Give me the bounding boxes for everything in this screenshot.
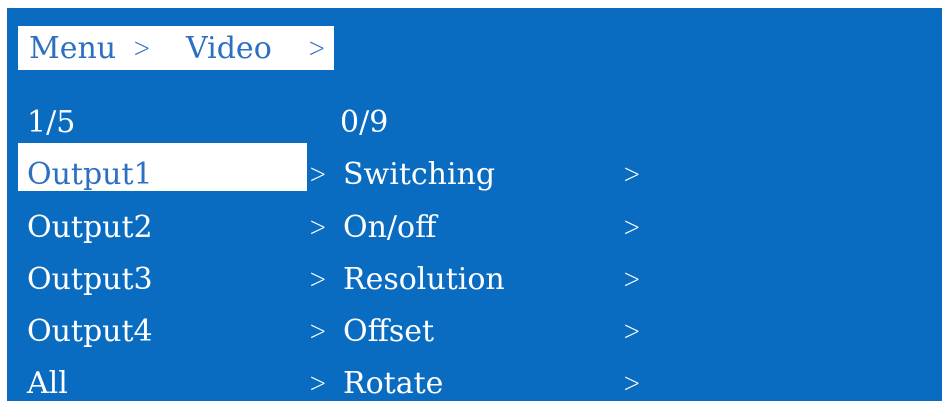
list-item-switching[interactable]: Switching (343, 160, 495, 190)
list-item-resolution[interactable]: Resolution (343, 265, 505, 295)
chevron-right-icon: > (623, 366, 641, 399)
chevron-right-icon: > (623, 262, 641, 295)
breadcrumb: Menu > Video > (18, 26, 334, 70)
breadcrumb-separator-icon: > (308, 31, 326, 64)
list-item-output2[interactable]: Output2 (27, 213, 153, 243)
breadcrumb-separator-icon: > (133, 31, 151, 64)
chevron-right-icon: > (623, 314, 641, 347)
list-item-offset[interactable]: Offset (343, 317, 434, 347)
chevron-right-icon: > (623, 210, 641, 243)
chevron-right-icon: > (623, 157, 641, 190)
left-list-counter: 1/5 (27, 105, 76, 140)
chevron-right-icon: > (309, 210, 327, 243)
list-item-rotate[interactable]: Rotate (343, 369, 443, 399)
chevron-right-icon: > (309, 314, 327, 347)
list-item-all[interactable]: All (27, 369, 68, 399)
chevron-right-icon: > (309, 157, 327, 190)
chevron-right-icon: > (309, 262, 327, 295)
breadcrumb-item-video[interactable]: Video (186, 34, 272, 64)
list-item-output3[interactable]: Output3 (27, 265, 153, 295)
chevron-right-icon: > (309, 366, 327, 399)
osd-menu-screen: Menu > Video > 1/5 0/9 Output1 Output2 O… (7, 8, 942, 401)
list-item-output1[interactable]: Output1 (27, 160, 153, 190)
right-list-counter: 0/9 (340, 105, 389, 140)
breadcrumb-item-menu[interactable]: Menu (29, 34, 116, 64)
list-item-on-off[interactable]: On/off (343, 213, 436, 243)
list-item-output4[interactable]: Output4 (27, 317, 153, 347)
